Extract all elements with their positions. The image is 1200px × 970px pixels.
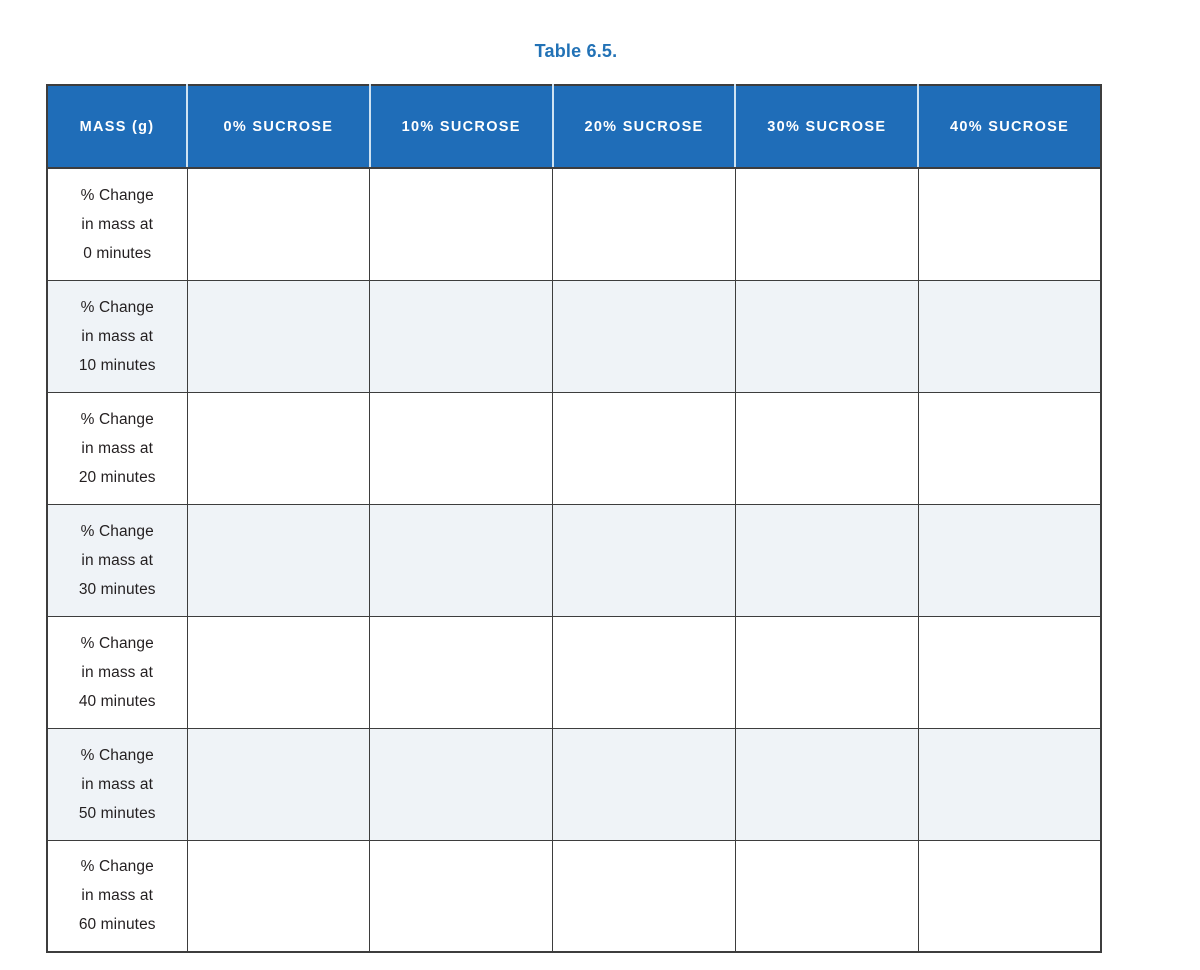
row-label-line: in mass at — [81, 887, 154, 905]
row-label-line: 40 minutes — [78, 692, 156, 710]
data-cell[interactable] — [552, 615, 736, 729]
data-cell[interactable] — [734, 503, 919, 617]
data-cell[interactable] — [734, 615, 919, 729]
data-cell[interactable] — [186, 167, 371, 281]
data-cell[interactable] — [552, 727, 736, 841]
table-container: MASS (g) 0% SUCROSE 10% SUCROSE 20% SUCR… — [46, 84, 1102, 953]
data-cell[interactable] — [552, 167, 736, 281]
table-row: % Change in mass at 10 minutes — [46, 279, 1102, 393]
row-label: % Change in mass at 10 minutes — [46, 279, 188, 393]
data-cell[interactable] — [917, 615, 1102, 729]
data-cell[interactable] — [917, 391, 1102, 505]
data-cell[interactable] — [734, 839, 919, 953]
row-label: % Change in mass at 20 minutes — [46, 391, 188, 505]
data-cell[interactable] — [369, 839, 554, 953]
table-row: % Change in mass at 0 minutes — [46, 167, 1102, 281]
table-title: Table 6.5. — [534, 41, 618, 61]
data-cell[interactable] — [369, 167, 554, 281]
row-label-line: 60 minutes — [78, 916, 156, 934]
data-cell[interactable] — [552, 503, 736, 617]
row-label-line: % Change — [80, 522, 154, 540]
table-row: % Change in mass at 30 minutes — [46, 503, 1102, 617]
row-label-line: in mass at — [81, 439, 154, 457]
column-header-sucrose-10: 10% SUCROSE — [369, 85, 554, 169]
column-header-sucrose-40: 40% SUCROSE — [918, 85, 1101, 169]
row-label: % Change in mass at 50 minutes — [46, 727, 188, 841]
row-label-line: % Change — [80, 298, 154, 316]
data-cell[interactable] — [186, 391, 371, 505]
row-label-line: 50 minutes — [78, 804, 156, 822]
data-cell[interactable] — [917, 727, 1102, 841]
row-label-line: % Change — [80, 746, 154, 764]
row-label-line: in mass at — [81, 215, 154, 233]
row-label-line: % Change — [80, 186, 154, 204]
table-row: % Change in mass at 20 minutes — [46, 391, 1102, 505]
data-cell[interactable] — [734, 279, 919, 393]
row-label-line: % Change — [80, 410, 154, 428]
data-cell[interactable] — [369, 391, 554, 505]
data-cell[interactable] — [369, 727, 554, 841]
data-cell[interactable] — [734, 167, 919, 281]
table-body: % Change in mass at 0 minutes % Change i… — [46, 167, 1102, 953]
row-label-line: 0 minutes — [83, 244, 152, 262]
table-header: MASS (g) 0% SUCROSE 10% SUCROSE 20% SUCR… — [47, 85, 1101, 169]
data-cell[interactable] — [186, 839, 371, 953]
data-cell[interactable] — [552, 391, 736, 505]
row-label-line: in mass at — [81, 775, 154, 793]
data-cell[interactable] — [917, 503, 1102, 617]
data-cell[interactable] — [186, 503, 371, 617]
data-cell[interactable] — [369, 615, 554, 729]
page-root: Table 6.5. MASS (g) 0% SUCROSE 10% SUCRO… — [0, 0, 1200, 970]
data-cell[interactable] — [186, 727, 371, 841]
row-label-line: in mass at — [81, 663, 154, 681]
table-row: % Change in mass at 40 minutes — [46, 615, 1102, 729]
row-label-line: % Change — [80, 858, 154, 876]
column-header-mass: MASS (g) — [47, 85, 188, 169]
column-header-sucrose-0: 0% SUCROSE — [187, 85, 371, 169]
row-label-line: 30 minutes — [78, 580, 156, 598]
table-row: % Change in mass at 50 minutes — [46, 727, 1102, 841]
data-cell[interactable] — [186, 615, 371, 729]
row-label: % Change in mass at 60 minutes — [46, 839, 188, 953]
data-table: MASS (g) 0% SUCROSE 10% SUCROSE 20% SUCR… — [46, 84, 1102, 953]
data-cell[interactable] — [552, 279, 736, 393]
row-label: % Change in mass at 0 minutes — [46, 167, 188, 281]
header-row: MASS (g) 0% SUCROSE 10% SUCROSE 20% SUCR… — [47, 85, 1101, 169]
row-label-line: in mass at — [81, 327, 154, 345]
data-cell[interactable] — [552, 839, 736, 953]
data-cell[interactable] — [917, 279, 1102, 393]
data-cell[interactable] — [917, 839, 1102, 953]
row-label: % Change in mass at 40 minutes — [46, 615, 188, 729]
data-cell[interactable] — [369, 279, 554, 393]
row-label-line: % Change — [80, 634, 154, 652]
data-cell[interactable] — [917, 167, 1102, 281]
row-label-line: 10 minutes — [78, 356, 156, 374]
column-header-sucrose-30: 30% SUCROSE — [735, 85, 920, 169]
data-cell[interactable] — [369, 503, 554, 617]
data-cell[interactable] — [186, 279, 371, 393]
row-label-line: 20 minutes — [78, 468, 156, 486]
data-cell[interactable] — [734, 391, 919, 505]
row-label: % Change in mass at 30 minutes — [46, 503, 188, 617]
row-label-line: in mass at — [81, 551, 154, 569]
data-cell[interactable] — [734, 727, 919, 841]
table-row: % Change in mass at 60 minutes — [46, 839, 1102, 953]
column-header-sucrose-20: 20% SUCROSE — [552, 85, 737, 169]
